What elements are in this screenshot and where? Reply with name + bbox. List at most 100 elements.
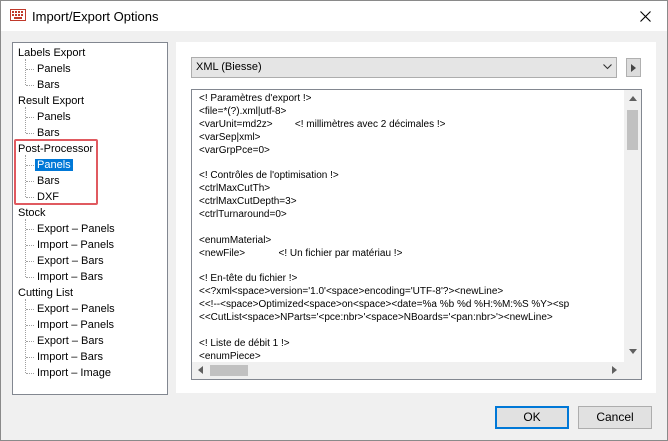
script-line: [199, 261, 619, 274]
keyboard-icon: [10, 9, 26, 21]
script-line: <<?xml<space>version='1.0'<space>encodin…: [199, 286, 504, 298]
vertical-scroll-thumb[interactable]: [627, 110, 638, 150]
horizontal-scrollbar[interactable]: [192, 362, 624, 379]
tree-guide-line: [25, 59, 26, 85]
triangle-right-icon: [631, 63, 636, 72]
tree-item[interactable]: Bars: [35, 173, 62, 189]
tree-guide-line: [26, 309, 34, 310]
script-line: <! Liste de débit 1 !>: [199, 337, 290, 349]
tree-item-label: Export – Panels: [37, 303, 115, 315]
tree-item[interactable]: Export – Bars: [35, 253, 106, 269]
tree-guide-line: [26, 373, 34, 374]
tree-guide-line: [26, 165, 34, 166]
tree-item-label: Labels Export: [18, 47, 86, 59]
tree-item-label: Import – Image: [37, 367, 111, 379]
tree-guide-line: [25, 155, 26, 197]
tree-item-label: Import – Panels: [37, 319, 115, 331]
cancel-button[interactable]: Cancel: [578, 406, 652, 429]
tree-item-label: Bars: [37, 175, 60, 187]
script-line: <! En-tête du fichier !>: [199, 273, 298, 285]
tree-guide-line: [26, 357, 34, 358]
tree-guide-line: [26, 245, 34, 246]
tree-group[interactable]: Result Export: [16, 93, 86, 109]
format-next-button[interactable]: [626, 58, 641, 77]
tree-item[interactable]: Export – Panels: [35, 221, 117, 237]
tree-item-label: Export – Bars: [37, 335, 104, 347]
tree-group[interactable]: Post-Processor: [16, 141, 95, 157]
script-line: <varGrpPce=0>: [199, 144, 270, 156]
tree-item[interactable]: Bars: [35, 125, 62, 141]
script-line: <file=*(?).xml|utf-8>: [199, 105, 287, 117]
tree-guide-line: [26, 325, 34, 326]
tree-item[interactable]: Import – Image: [35, 365, 113, 381]
scroll-left-icon[interactable]: [198, 366, 203, 374]
horizontal-scroll-thumb[interactable]: [210, 365, 248, 376]
script-text[interactable]: <! Paramètres d'export !> <file=*(?).xml|…: [199, 93, 619, 361]
tree-guide-line: [26, 277, 34, 278]
script-line: [199, 157, 619, 170]
tree-group[interactable]: Cutting List: [16, 285, 75, 301]
tree-item-label: Panels: [35, 159, 73, 171]
script-line: <ctrlMaxCutDepth=3>: [199, 196, 297, 208]
tree-item-label: Panels: [37, 111, 71, 123]
script-line: <enumPiece>: [199, 350, 261, 361]
script-line: <! Contrôles de l'optimisation !>: [199, 170, 339, 182]
script-line: <ctrlMaxCutTh>: [199, 183, 271, 195]
scroll-up-icon[interactable]: [629, 96, 637, 101]
title-bar: Import/Export Options: [1, 1, 667, 31]
tree-item-label: Panels: [37, 63, 71, 75]
tree-guide-line: [26, 117, 34, 118]
window-title: Import/Export Options: [32, 9, 159, 24]
format-select[interactable]: XML (Biesse): [191, 57, 617, 78]
tree-guide-line: [25, 299, 26, 373]
scroll-down-icon[interactable]: [629, 349, 637, 354]
tree-item[interactable]: Import – Bars: [35, 269, 105, 285]
close-button[interactable]: [625, 1, 665, 31]
tree-item-label: Bars: [37, 127, 60, 139]
tree-item-label: Export – Bars: [37, 255, 104, 267]
scrollbar-corner: [624, 362, 641, 379]
tree-item-label: Import – Panels: [37, 239, 115, 251]
script-line: <newFile> <! Un fichier par matériau !>: [199, 247, 403, 259]
tree-item-label: Result Export: [18, 95, 85, 107]
tree-item-label: Cutting List: [18, 287, 74, 299]
tree-item[interactable]: Bars: [35, 77, 62, 93]
tree-group[interactable]: Stock: [16, 205, 48, 221]
script-line: <<CutList<space>NParts='<pce:nbr>'<space…: [199, 312, 553, 324]
close-icon: [639, 10, 651, 22]
tree-guide-line: [26, 69, 34, 70]
tree-guide-line: [25, 219, 26, 277]
tree-item[interactable]: Export – Bars: [35, 333, 106, 349]
script-line: <<!--<space>Optimized<space>on<space><da…: [199, 299, 570, 311]
tree-item-label: Post-Processor: [18, 143, 94, 155]
vertical-scrollbar[interactable]: [624, 90, 641, 362]
script-line: [199, 222, 619, 235]
tree-guide-line: [26, 181, 34, 182]
tree-item-label: DXF: [37, 191, 59, 203]
tree-item[interactable]: Import – Bars: [35, 349, 105, 365]
tree-item[interactable]: Export – Panels: [35, 301, 117, 317]
ok-button[interactable]: OK: [495, 406, 569, 429]
script-line: <varUnit=md2z> <! millimètres avec 2 déc…: [199, 118, 446, 130]
scroll-right-icon[interactable]: [612, 366, 617, 374]
tree-item[interactable]: Panels: [35, 157, 73, 173]
tree-guide-line: [26, 133, 34, 134]
tree-item[interactable]: DXF: [35, 189, 61, 205]
tree-item-label: Export – Panels: [37, 223, 115, 235]
options-tree[interactable]: Labels Export Panels Bars Result Export Pane…: [12, 42, 168, 395]
script-line: <! Paramètres d'export !>: [199, 93, 312, 104]
tree-group[interactable]: Labels Export: [16, 45, 87, 61]
script-editor[interactable]: <! Paramètres d'export !> <file=*(?).xml|…: [191, 89, 642, 380]
tree-item-label: Stock: [18, 207, 46, 219]
tree-guide-line: [26, 341, 34, 342]
format-select-value: XML (Biesse): [196, 61, 262, 73]
chevron-down-icon: [603, 64, 612, 70]
tree-item-label: Bars: [37, 79, 60, 91]
tree-item[interactable]: Panels: [35, 109, 73, 125]
tree-item[interactable]: Import – Panels: [35, 237, 116, 253]
script-line: <ctrlTurnaround=0>: [199, 209, 287, 221]
tree-item[interactable]: Panels: [35, 61, 73, 77]
tree-item-label: Import – Bars: [37, 351, 104, 363]
tree-item[interactable]: Import – Panels: [35, 317, 116, 333]
script-line: <varSep|xml>: [199, 131, 261, 143]
